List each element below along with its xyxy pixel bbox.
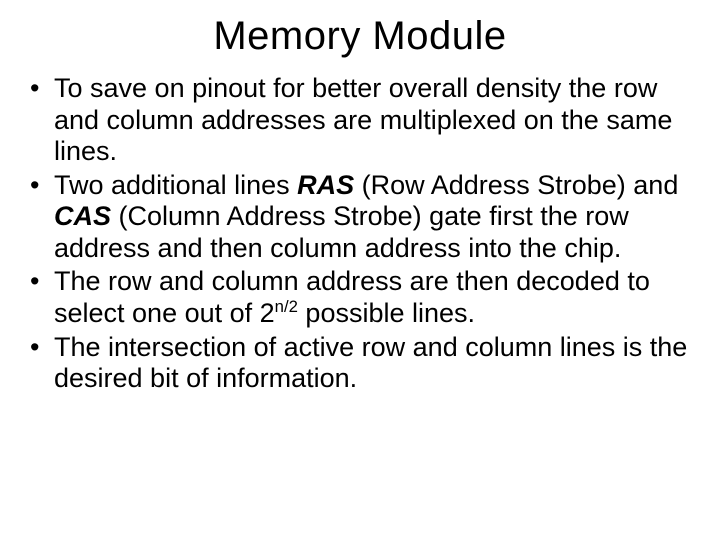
bullet-text: possible lines. (298, 298, 475, 328)
term-cas: CAS (54, 201, 111, 231)
bullet-item: The row and column address are then deco… (24, 266, 696, 329)
bullet-text: (Column Address Strobe) gate first the r… (54, 201, 629, 263)
superscript: n/2 (275, 297, 298, 316)
bullet-item: To save on pinout for better overall den… (24, 73, 696, 168)
bullet-item: The intersection of active row and colum… (24, 332, 696, 395)
bullet-text: (Row Address Strobe) and (354, 170, 678, 200)
bullet-text: The intersection of active row and colum… (54, 332, 687, 394)
bullet-text: To save on pinout for better overall den… (54, 73, 672, 166)
bullet-text: Two additional lines (54, 170, 297, 200)
bullet-list: To save on pinout for better overall den… (24, 73, 696, 395)
term-ras: RAS (297, 170, 354, 200)
bullet-item: Two additional lines RAS (Row Address St… (24, 170, 696, 265)
slide: Memory Module To save on pinout for bett… (0, 0, 720, 540)
slide-title: Memory Module (24, 14, 696, 59)
